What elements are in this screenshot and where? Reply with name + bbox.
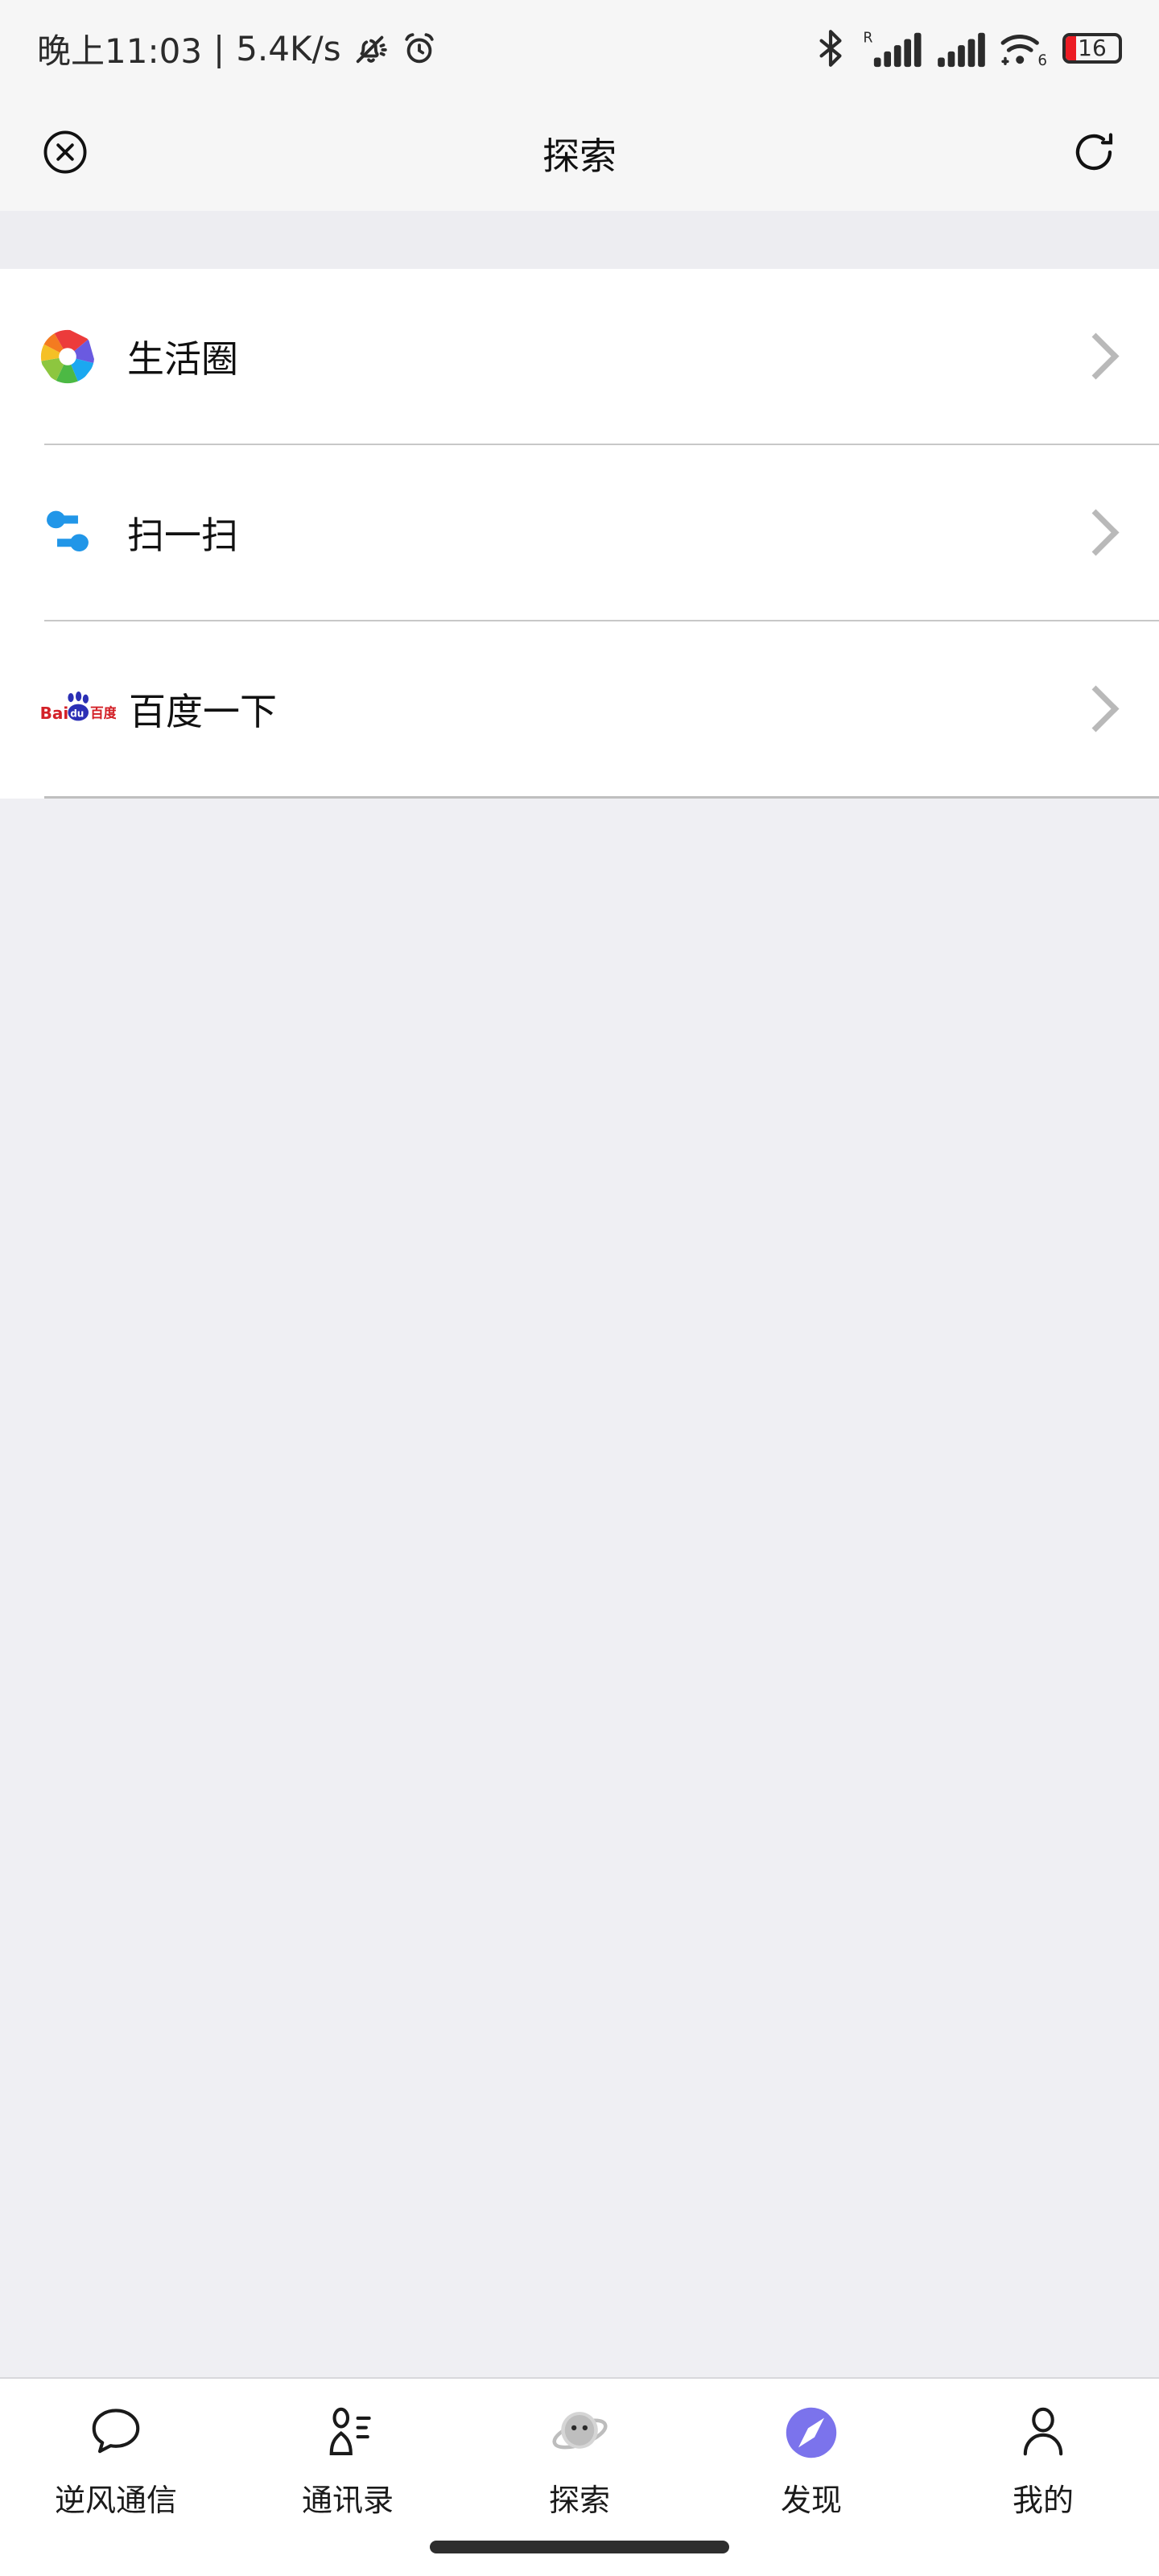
svg-text:R: R: [863, 30, 872, 46]
explore-list: 生活圈 扫一扫 du Bai 百度 百度一下: [0, 269, 1159, 799]
tab-messages[interactable]: 逆风通信: [0, 2379, 232, 2520]
person-icon: [1008, 2398, 1078, 2467]
tab-contacts[interactable]: 通讯录: [232, 2379, 464, 2520]
tab-profile[interactable]: 我的: [927, 2379, 1159, 2520]
svg-text:du: du: [70, 708, 84, 719]
battery-percent: 16: [1078, 35, 1107, 61]
svg-text:Bai: Bai: [40, 704, 69, 723]
status-bar-right: R 6 16: [815, 28, 1122, 68]
home-indicator-bar[interactable]: [430, 2541, 729, 2553]
tab-label: 探索: [548, 2483, 610, 2518]
compass-icon: [777, 2398, 846, 2467]
network-speed: 5.4K/s: [236, 28, 341, 68]
list-item[interactable]: 扫一扫: [0, 445, 1159, 620]
tab-label: 通讯录: [301, 2483, 394, 2518]
tab-label: 我的: [1012, 2483, 1074, 2518]
tab-label: 逆风通信: [54, 2483, 177, 2518]
aperture-color-icon: [39, 328, 97, 386]
alarm-clock-icon: [401, 30, 438, 67]
section-spacer: [0, 211, 1159, 269]
app-header: 探索: [0, 97, 1159, 211]
signal-roaming-icon: R: [860, 28, 922, 68]
chat-bubble-icon: [81, 2398, 151, 2467]
status-time: 晚上11:03: [37, 31, 203, 71]
svg-text:6: 6: [1037, 52, 1047, 68]
chevron-right-icon: [1072, 509, 1120, 556]
svg-text:百度: 百度: [90, 704, 116, 720]
baidu-logo-icon: du Bai 百度: [39, 680, 116, 738]
signal-icon: [935, 28, 987, 68]
list-item[interactable]: du Bai 百度 百度一下: [0, 621, 1159, 796]
list-item[interactable]: 生活圈: [0, 269, 1159, 444]
chevron-right-icon: [1072, 685, 1120, 733]
close-circle-icon: [40, 127, 90, 181]
explore-planet-icon: [545, 2398, 614, 2467]
list-item-label: 生活圈: [127, 336, 238, 381]
contacts-icon: [313, 2398, 382, 2467]
close-button[interactable]: [37, 126, 93, 182]
battery-icon: 16: [1062, 33, 1122, 64]
scan-swap-arrows-icon: [39, 504, 97, 562]
status-separator: |: [213, 28, 225, 68]
bluetooth-icon: [815, 28, 847, 68]
status-bar: 晚上11:03 | 5.4K/s R 6 16: [0, 0, 1159, 97]
list-item-label: 百度一下: [129, 689, 277, 733]
page-background: [0, 799, 1159, 2392]
status-bar-left: 晚上11:03 | 5.4K/s: [37, 24, 438, 73]
refresh-icon: [1070, 128, 1118, 180]
bottom-tab-bar: 逆风通信 通讯录 探索 发现 我的: [0, 2377, 1159, 2576]
bell-muted-icon: [353, 30, 390, 67]
tab-discover[interactable]: 发现: [695, 2379, 927, 2520]
list-item-label: 扫一扫: [127, 513, 238, 557]
chevron-right-icon: [1072, 332, 1120, 380]
refresh-button[interactable]: [1066, 126, 1122, 182]
wifi6-icon: 6: [1000, 28, 1050, 68]
tab-label: 发现: [780, 2483, 842, 2518]
tab-explore[interactable]: 探索: [464, 2379, 695, 2520]
page-title: 探索: [542, 134, 617, 178]
